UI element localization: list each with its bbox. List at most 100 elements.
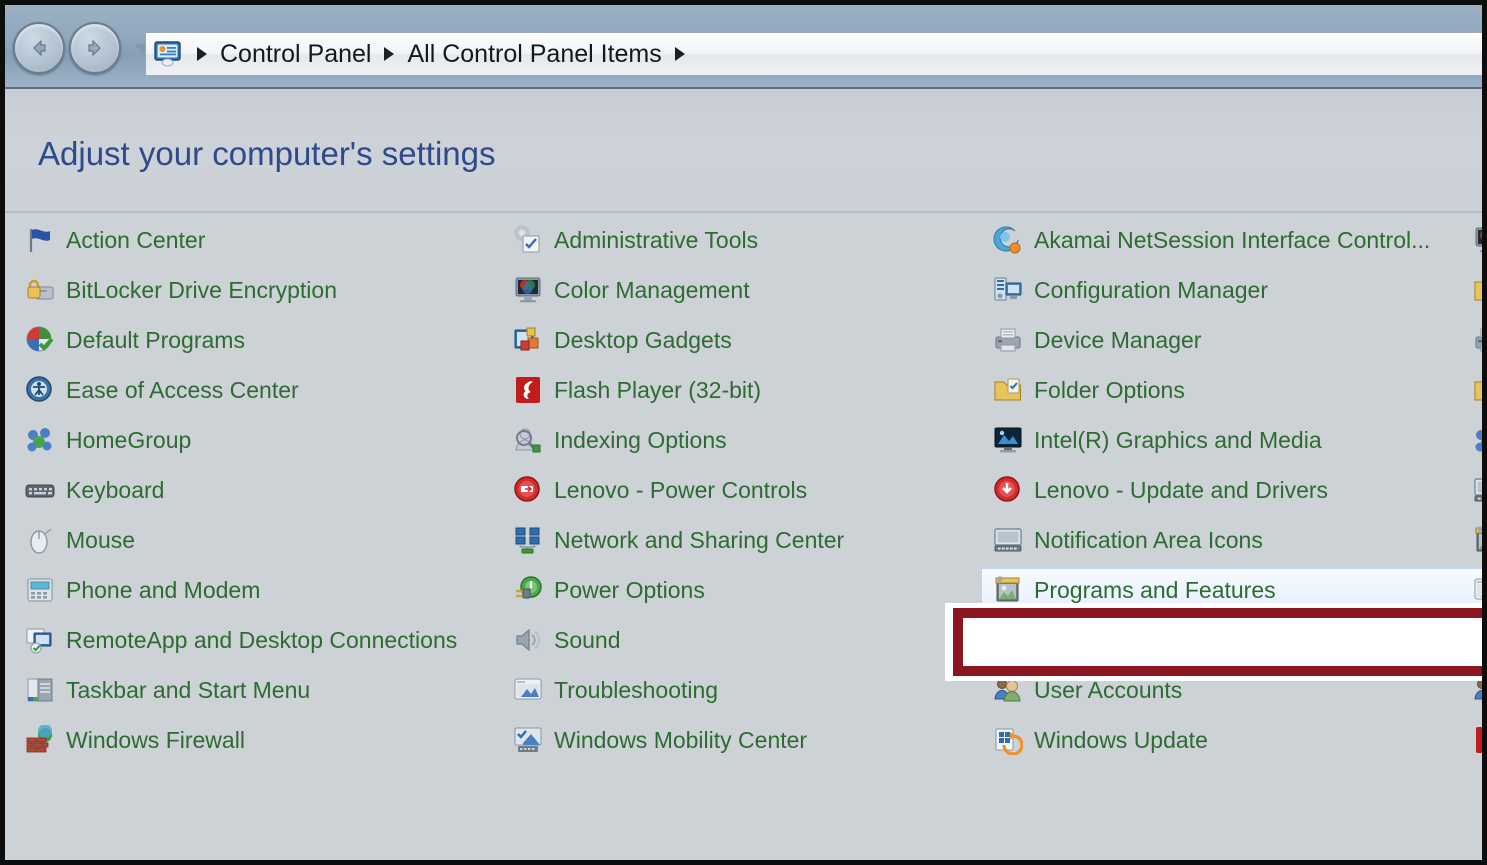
admin-tools-icon: [513, 225, 543, 255]
control-panel-item[interactable]: Troubleshooting: [513, 665, 983, 715]
lenovo-update-icon: [993, 475, 1023, 505]
control-panel-item[interactable]: Flash Player (32-bit): [513, 365, 983, 415]
control-panel-item[interactable]: Color Management: [513, 265, 983, 315]
homegroup-icon: [25, 425, 55, 455]
default-programs-icon: [25, 325, 55, 355]
control-panel-item[interactable]: Desktop Gadgets: [513, 315, 983, 365]
page-title: Adjust your computer's settings: [38, 135, 496, 172]
intel-graphics-icon: [993, 425, 1023, 455]
programs-features-icon: [993, 575, 1023, 605]
control-panel-item-label: Desktop Gadgets: [554, 326, 732, 353]
control-panel-item[interactable]: Lenovo - Power Controls: [513, 465, 983, 515]
control-panel-item[interactable]: Administrative Tools: [513, 215, 983, 265]
indexing-options-icon: [513, 425, 543, 455]
control-panel-item[interactable]: HomeGroup: [25, 415, 495, 465]
programs-features-icon: [1473, 525, 1482, 555]
control-panel-item[interactable]: Lenovo - Update and Drivers: [993, 465, 1473, 515]
troubleshooting-icon: [1473, 575, 1482, 605]
back-arrow-icon: [33, 39, 46, 57]
breadcrumb-all-control-panel-items[interactable]: All Control Panel Items: [403, 40, 665, 69]
control-panel-item[interactable]: Intel(R) Graphics and Media: [993, 415, 1473, 465]
mouse-icon: [25, 525, 55, 555]
troubleshooting-icon: [513, 675, 543, 705]
folder-options-icon: [1473, 275, 1482, 305]
control-panel-item[interactable]: Indexing Options: [513, 415, 983, 465]
control-panel-item[interactable]: Windows Mobility Center: [513, 715, 983, 765]
color-management-icon: [1473, 225, 1482, 255]
window-titlebar: Control Panel All Control Panel Items: [5, 5, 1482, 89]
control-panel-item[interactable]: Sound: [513, 615, 983, 665]
control-panel-item[interactable]: BitLocker Drive Encryption: [25, 265, 495, 315]
control-panel-item[interactable]: Default Programs: [25, 315, 495, 365]
control-panel-item[interactable]: Notification Area Icons: [993, 515, 1473, 565]
control-panel-item[interactable]: Windows Firewall: [25, 715, 495, 765]
control-panel-item-label: Windows Firewall: [66, 726, 245, 753]
control-panel-item[interactable]: [1473, 465, 1482, 515]
device-manager-icon: [1473, 325, 1482, 355]
control-panel-item[interactable]: [1473, 515, 1482, 565]
control-panel-item-label: Intel(R) Graphics and Media: [1034, 426, 1322, 453]
header-band: Adjust your computer's settings: [5, 89, 1482, 213]
control-panel-item-label: Flash Player (32-bit): [554, 376, 762, 403]
items-column-2: Administrative Tools Color Management Desk…: [513, 215, 983, 765]
control-panel-item[interactable]: Ease of Access Center: [25, 365, 495, 415]
control-panel-item[interactable]: [1473, 365, 1482, 415]
control-panel-item[interactable]: [1473, 265, 1482, 315]
control-panel-item[interactable]: Configuration Manager: [993, 265, 1473, 315]
keyboard-icon: [25, 475, 55, 505]
control-panel-item[interactable]: Network and Sharing Center: [513, 515, 983, 565]
items-column-1: Action Center BitLocker Drive Encryption D…: [25, 215, 495, 765]
control-panel-item[interactable]: Taskbar and Start Menu: [25, 665, 495, 715]
control-panel-item-label: Troubleshooting: [554, 676, 719, 703]
lenovo-power-icon: [513, 475, 543, 505]
control-panel-item[interactable]: Action Center: [25, 215, 495, 265]
control-panel-item[interactable]: [1473, 715, 1482, 765]
firewall-icon: [25, 724, 55, 755]
breadcrumb-separator-icon[interactable]: [384, 47, 395, 61]
control-panel-item-label: Color Management: [554, 276, 750, 303]
breadcrumb-separator-icon[interactable]: [197, 47, 207, 61]
control-panel-window: Control Panel All Control Panel Items Ad…: [0, 0, 1487, 865]
sound-icon: [513, 625, 543, 655]
control-panel-item[interactable]: Windows Update: [993, 715, 1473, 765]
forward-button[interactable]: [69, 22, 121, 74]
control-panel-item-label: User Accounts: [1034, 676, 1183, 703]
forward-arrow-icon: [88, 39, 101, 57]
control-panel-item[interactable]: [1473, 315, 1482, 365]
back-button[interactable]: [13, 22, 65, 74]
breadcrumb-separator-icon[interactable]: [674, 47, 685, 61]
control-panel-item[interactable]: Folder Options: [993, 365, 1473, 415]
lock-drive-icon: [25, 275, 55, 305]
control-panel-item[interactable]: Power Options: [513, 565, 983, 615]
control-panel-item[interactable]: [1473, 215, 1482, 265]
control-panel-items-grid: Action Center BitLocker Drive Encryption D…: [5, 215, 1482, 860]
control-panel-item-label: Phone and Modem: [66, 576, 261, 603]
control-panel-item-label: Lenovo - Update and Drivers: [1034, 476, 1329, 503]
control-panel-item-label: Power Options: [554, 576, 705, 603]
control-panel-item[interactable]: Akamai NetSession Interface Control...: [993, 215, 1473, 265]
control-panel-item[interactable]: Mouse: [25, 515, 495, 565]
akamai-icon: [993, 225, 1023, 255]
folder-options-icon: [993, 375, 1023, 405]
control-panel-item[interactable]: Device Manager: [993, 315, 1473, 365]
breadcrumb-control-panel[interactable]: Control Panel: [216, 40, 375, 69]
control-panel-item[interactable]: Keyboard: [25, 465, 495, 515]
control-panel-item-label: Taskbar and Start Menu: [66, 676, 311, 703]
control-panel-item-label: Lenovo - Power Controls: [554, 476, 808, 503]
mobility-center-icon: [513, 725, 543, 755]
device-manager-icon: [993, 325, 1023, 355]
control-panel-item[interactable]: Phone and Modem: [25, 565, 495, 615]
notification-area-icon: [993, 525, 1023, 555]
control-panel-item-label: Windows Mobility Center: [554, 726, 808, 753]
notification-area-icon: [1473, 475, 1482, 505]
desktop-gadgets-icon: [513, 325, 543, 355]
control-panel-item-label: HomeGroup: [66, 426, 192, 453]
navigation-buttons: [13, 22, 152, 74]
address-bar[interactable]: Control Panel All Control Panel Items: [145, 32, 1482, 76]
control-panel-item[interactable]: [1473, 415, 1482, 465]
remoteapp-icon: [25, 625, 55, 655]
control-panel-item-label: Network and Sharing Center: [554, 526, 845, 553]
control-panel-item[interactable]: RemoteApp and Desktop Connections: [25, 615, 495, 665]
phone-modem-icon: [25, 575, 55, 605]
control-panel-item-label: Device Manager: [1034, 326, 1202, 353]
